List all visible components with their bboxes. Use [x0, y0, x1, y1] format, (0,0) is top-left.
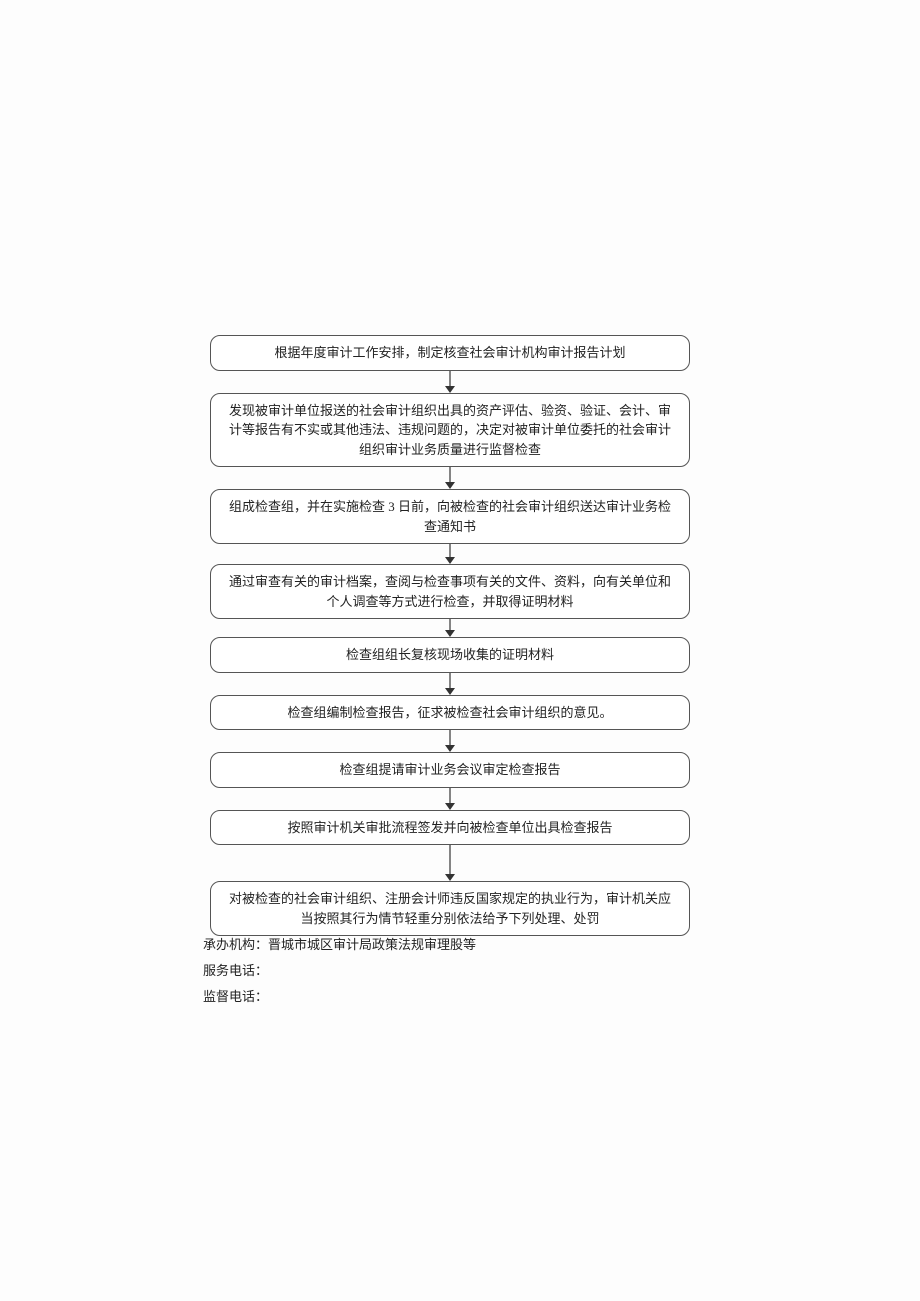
arrow-down-icon — [442, 673, 458, 695]
flow-step-3: 组成检查组，并在实施检查 3 日前，向被检查的社会审计组织送达审计业务检查通知书 — [210, 489, 690, 544]
org-value: 晋城市城区审计局政策法规审理股等 — [268, 937, 476, 952]
arrow-down-icon — [442, 619, 458, 637]
org-label: 承办机构： — [203, 937, 268, 952]
flowchart: 根据年度审计工作安排，制定核查社会审计机构审计报告计划发现被审计单位报送的社会审… — [210, 335, 690, 936]
flow-step-4: 通过审查有关的审计档案，查阅与检查事项有关的文件、资料，向有关单位和个人调查等方… — [210, 564, 690, 619]
supervise-label: 监督电话： — [203, 989, 268, 1004]
service-label: 服务电话： — [203, 963, 268, 978]
arrow-down-icon — [442, 845, 458, 881]
arrow-down-icon — [442, 467, 458, 489]
flow-step-6: 检查组编制检查报告，征求被检查社会审计组织的意见。 — [210, 695, 690, 731]
arrow-down-icon — [442, 371, 458, 393]
arrow-down-icon — [442, 544, 458, 564]
flow-step-9: 对被检查的社会审计组织、注册会计师违反国家规定的执业行为，审计机关应当按照其行为… — [210, 881, 690, 936]
footer-info: 承办机构：晋城市城区审计局政策法规审理股等 服务电话： 监督电话： — [203, 932, 476, 1010]
arrow-down-icon — [442, 730, 458, 752]
flow-step-8: 按照审计机关审批流程签发并向被检查单位出具检查报告 — [210, 810, 690, 846]
flow-step-2: 发现被审计单位报送的社会审计组织出具的资产评估、验资、验证、会计、审计等报告有不… — [210, 393, 690, 468]
arrow-down-icon — [442, 788, 458, 810]
flow-step-5: 检查组组长复核现场收集的证明材料 — [210, 637, 690, 673]
flow-step-7: 检查组提请审计业务会议审定检查报告 — [210, 752, 690, 788]
flow-step-1: 根据年度审计工作安排，制定核查社会审计机构审计报告计划 — [210, 335, 690, 371]
